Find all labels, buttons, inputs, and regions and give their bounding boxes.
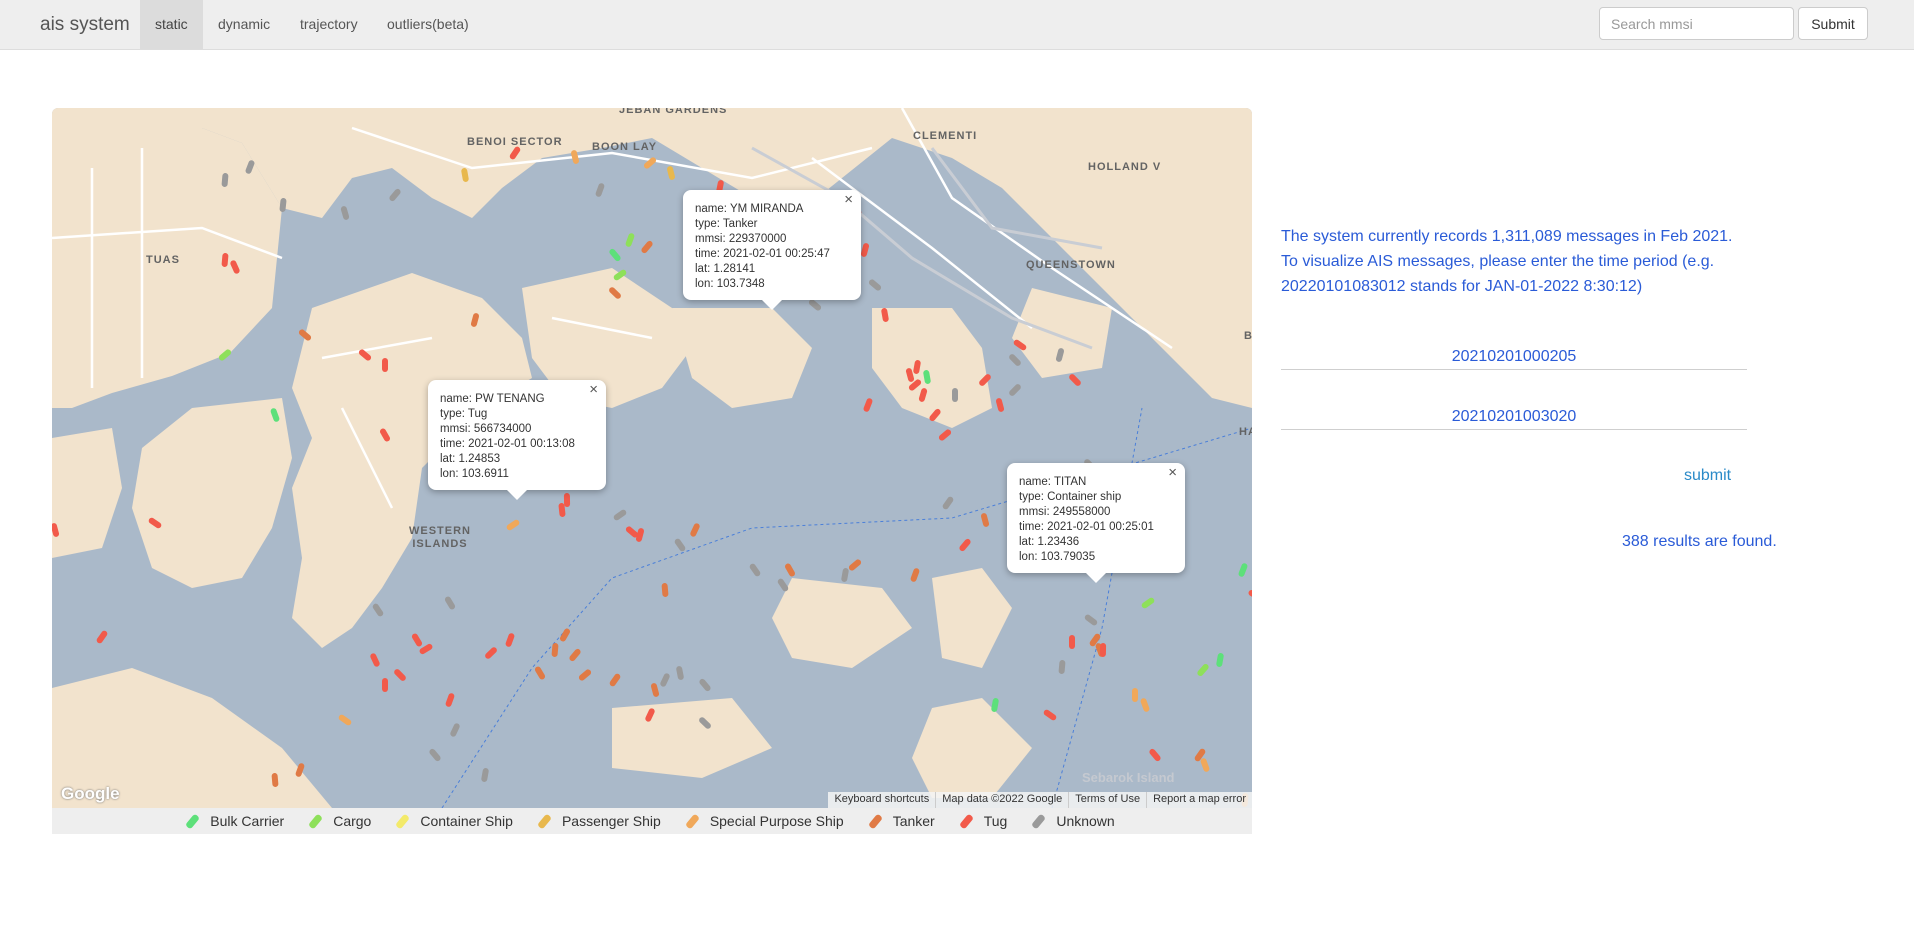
description-text: The system currently records 1,311,089 m…: [1281, 224, 1801, 299]
info-lat: lat: 1.24853: [440, 453, 501, 465]
legend-item-tanker: Tanker: [867, 813, 935, 829]
ship-info-window: × name: YM MIRANDA type: Tanker mmsi: 22…: [683, 190, 861, 310]
legend-label: Cargo: [333, 813, 372, 829]
ship-info-window: × name: TITAN type: Container ship mmsi:…: [1007, 463, 1185, 583]
map-legend: Bulk Carrier Cargo Container Ship Passen…: [52, 808, 1252, 834]
bulk-carrier-swatch-icon: [185, 813, 201, 829]
legend-label: Tug: [983, 813, 1008, 829]
time-submit-link[interactable]: submit: [1684, 467, 1731, 485]
map[interactable]: JEBAN GARDENS BENOI SECTOR BOON LAY CLEM…: [52, 108, 1252, 808]
start-time-input[interactable]: 20210201000205: [1281, 344, 1747, 370]
tug-swatch-icon: [958, 813, 974, 829]
info-lon: lon: 103.6911: [440, 468, 509, 480]
ship-marker[interactable]: [952, 388, 958, 402]
legend-item-special-purpose-ship: Special Purpose Ship: [684, 813, 844, 829]
ship-marker[interactable]: [1132, 688, 1138, 702]
brand-logo[interactable]: ais system: [40, 14, 130, 36]
info-lon: lon: 103.79035: [1019, 551, 1096, 563]
legend-label: Bulk Carrier: [210, 813, 285, 829]
ship-marker[interactable]: [563, 492, 571, 508]
legend-item-tug: Tug: [958, 813, 1008, 829]
legend-label: Special Purpose Ship: [709, 813, 844, 829]
terms-of-use-link[interactable]: Terms of Use: [1068, 792, 1146, 808]
legend-item-unknown: Unknown: [1031, 813, 1115, 829]
container-ship-swatch-icon: [395, 813, 411, 829]
ship-marker[interactable]: [382, 678, 388, 692]
info-name: name: YM MIRANDA: [695, 203, 804, 215]
info-type: type: Container ship: [1019, 491, 1122, 503]
info-mmsi: mmsi: 229370000: [695, 233, 787, 245]
close-icon[interactable]: ×: [589, 382, 598, 397]
info-name: name: PW TENANG: [440, 393, 545, 405]
tab-outliers[interactable]: outliers(beta): [372, 0, 484, 49]
info-time: time: 2021-02-01 00:13:08: [440, 438, 575, 450]
legend-item-passenger-ship: Passenger Ship: [536, 813, 661, 829]
tab-trajectory[interactable]: trajectory: [285, 0, 373, 49]
ship-info-window: × name: PW TENANG type: Tug mmsi: 566734…: [428, 380, 606, 500]
end-time-input[interactable]: 20210201003020: [1281, 404, 1747, 430]
place-label: HA: [1239, 426, 1252, 438]
ship-marker[interactable]: [1099, 642, 1107, 658]
info-time: time: 2021-02-01 00:25:01: [1019, 521, 1154, 533]
place-label: HOLLAND V: [1088, 161, 1162, 173]
tab-static[interactable]: static: [140, 0, 203, 49]
place-label: QUEENSTOWN: [1026, 259, 1116, 271]
keyboard-shortcuts-link[interactable]: Keyboard shortcuts: [828, 792, 935, 808]
place-label: CLEMENTI: [913, 130, 978, 142]
ship-marker[interactable]: [382, 358, 388, 372]
place-label: TUAS: [146, 254, 180, 266]
map-data-text: Map data ©2022 Google: [935, 792, 1068, 808]
tanker-swatch-icon: [867, 813, 883, 829]
place-label: B: [1244, 330, 1252, 342]
legend-label: Tanker: [892, 813, 935, 829]
description-line: 20220101083012 stands for JAN-01-2022 8:…: [1281, 278, 1643, 295]
info-mmsi: mmsi: 566734000: [440, 423, 532, 435]
description-line: The system currently records 1,311,089 m…: [1281, 228, 1733, 245]
unknown-swatch-icon: [1031, 813, 1047, 829]
legend-item-bulk-carrier: Bulk Carrier: [185, 813, 285, 829]
close-icon[interactable]: ×: [1168, 465, 1177, 480]
close-icon[interactable]: ×: [844, 192, 853, 207]
legend-item-container-ship: Container Ship: [395, 813, 513, 829]
ship-marker[interactable]: [661, 582, 669, 598]
search-mmsi-input[interactable]: [1599, 7, 1794, 40]
ship-marker[interactable]: [271, 772, 279, 788]
info-name: name: TITAN: [1019, 476, 1087, 488]
report-map-error-link[interactable]: Report a map error: [1146, 792, 1252, 808]
description-line: To visualize AIS messages, please enter …: [1281, 253, 1715, 270]
navbar: ais system static dynamic trajectory out…: [0, 0, 1914, 50]
info-mmsi: mmsi: 249558000: [1019, 506, 1111, 518]
results-count: 388 results are found.: [1622, 533, 1777, 550]
info-lon: lon: 103.7348: [695, 278, 765, 290]
passenger-ship-swatch-icon: [536, 813, 552, 829]
map-land: [52, 108, 1252, 808]
place-label: Sebarok Island: [1082, 770, 1175, 785]
google-logo: Google: [61, 784, 120, 803]
special-purpose-ship-swatch-icon: [684, 813, 700, 829]
legend-item-cargo: Cargo: [308, 813, 372, 829]
legend-label: Unknown: [1056, 813, 1115, 829]
map-attribution: Keyboard shortcuts Map data ©2022 Google…: [828, 792, 1252, 808]
info-type: type: Tanker: [695, 218, 758, 230]
legend-label: Passenger Ship: [561, 813, 661, 829]
info-lat: lat: 1.28141: [695, 263, 756, 275]
info-time: time: 2021-02-01 00:25:47: [695, 248, 830, 260]
place-label: WESTERN ISLANDS: [409, 525, 471, 550]
info-type: type: Tug: [440, 408, 488, 420]
tab-dynamic[interactable]: dynamic: [203, 0, 285, 49]
ship-marker[interactable]: [1069, 635, 1075, 649]
info-lat: lat: 1.23436: [1019, 536, 1080, 548]
place-label: BOON LAY: [592, 141, 658, 153]
cargo-swatch-icon: [308, 813, 324, 829]
legend-label: Container Ship: [420, 813, 513, 829]
search-submit-button[interactable]: Submit: [1798, 7, 1868, 40]
place-label: JEBAN GARDENS: [619, 108, 728, 116]
